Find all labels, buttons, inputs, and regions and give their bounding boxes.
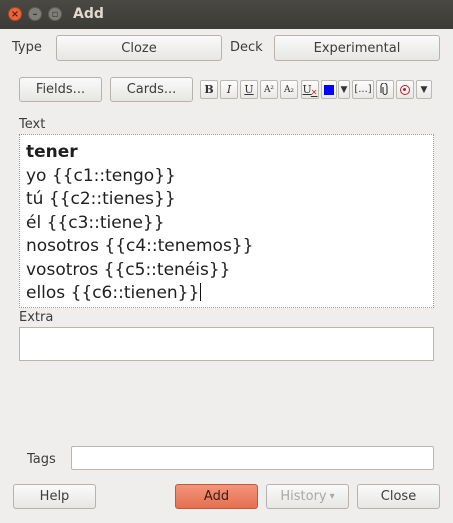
history-label: History (280, 489, 327, 504)
record-icon (400, 84, 410, 95)
text-line-last: ellos {{c6::tienen}} (26, 282, 253, 306)
text-line: nosotros {{c4::tenemos}} (26, 236, 254, 256)
type-label: Type (12, 40, 42, 55)
more-dropdown-icon[interactable]: ▼ (416, 80, 432, 99)
text-line: tú {{c2::tienes}} (26, 189, 176, 209)
window-maximize-icon[interactable]: ▫ (48, 7, 62, 21)
tags-label: Tags (27, 452, 56, 467)
deck-button[interactable]: Experimental (274, 35, 440, 61)
clear-format-x-icon: ✕ (310, 88, 318, 97)
text-color-dropdown-icon[interactable]: ▼ (338, 80, 350, 99)
text-line: él {{c3::tiene}} (26, 212, 165, 233)
history-button[interactable]: History ▾ (266, 484, 349, 509)
cloze-button[interactable]: [...] (352, 80, 374, 99)
superscript-button[interactable]: A² (260, 80, 278, 99)
record-button[interactable] (396, 80, 414, 99)
history-dropdown-icon: ▾ (329, 491, 335, 502)
text-field-label: Text (19, 117, 46, 132)
text-field-content: tener yo {{c1::tengo}} tú {{c2::tienes}}… (26, 141, 253, 306)
title-bar: × – ▫ Add (0, 0, 453, 29)
attach-icon[interactable] (376, 80, 394, 99)
close-button[interactable]: Close (357, 484, 440, 509)
subscript-button[interactable]: A₂ (280, 80, 298, 99)
text-line: yo {{c1::tengo}} (26, 165, 176, 186)
bold-button[interactable]: B (200, 80, 218, 99)
window-close-icon[interactable]: × (8, 7, 22, 21)
color-swatch-icon (324, 84, 334, 95)
tags-input[interactable] (71, 446, 434, 470)
text-line: tener (26, 142, 78, 162)
window-title: Add (73, 6, 104, 22)
extra-field-label: Extra (19, 310, 54, 325)
text-line: ellos {{c6::tienen}} (26, 283, 200, 303)
cards-button[interactable]: Cards... (110, 77, 193, 102)
text-caret (200, 283, 202, 301)
extra-field-editor[interactable] (19, 327, 434, 361)
note-type-button[interactable]: Cloze (56, 35, 222, 61)
paperclip-icon (380, 83, 388, 96)
fields-button[interactable]: Fields... (19, 77, 102, 102)
text-field-editor[interactable]: tener yo {{c1::tengo}} tú {{c2::tienes}}… (19, 134, 434, 308)
help-button[interactable]: Help (13, 484, 96, 509)
italic-button[interactable]: I (220, 80, 238, 99)
text-color-button[interactable] (321, 80, 337, 99)
window-minimize-icon[interactable]: – (28, 7, 42, 21)
clear-format-button[interactable]: U ✕ (301, 80, 319, 99)
add-button[interactable]: Add (175, 484, 258, 509)
deck-label: Deck (230, 40, 263, 55)
underline-button[interactable]: U (240, 80, 258, 99)
text-line: vosotros {{c5::tenéis}} (26, 259, 231, 280)
